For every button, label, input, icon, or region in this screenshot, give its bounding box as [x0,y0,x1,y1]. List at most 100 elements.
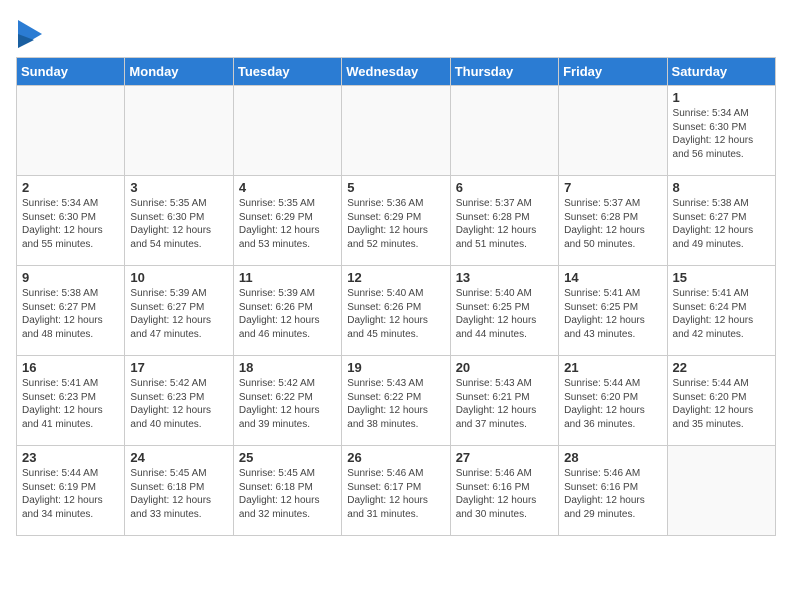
day-info: Sunrise: 5:46 AM Sunset: 6:16 PM Dayligh… [564,467,661,521]
day-info: Sunrise: 5:43 AM Sunset: 6:21 PM Dayligh… [456,377,553,431]
calendar-cell [342,86,450,176]
day-info: Sunrise: 5:34 AM Sunset: 6:30 PM Dayligh… [673,107,770,161]
calendar-cell: 15 Sunrise: 5:41 AM Sunset: 6:24 PM Dayli… [667,266,775,356]
day-info: Sunrise: 5:38 AM Sunset: 6:27 PM Dayligh… [673,197,770,251]
calendar-week-4: 16 Sunrise: 5:41 AM Sunset: 6:23 PM Dayli… [17,356,776,446]
day-info: Sunrise: 5:36 AM Sunset: 6:29 PM Dayligh… [347,197,444,251]
calendar-cell: 9 Sunrise: 5:38 AM Sunset: 6:27 PM Daylig… [17,266,125,356]
calendar-cell: 19 Sunrise: 5:43 AM Sunset: 6:22 PM Dayli… [342,356,450,446]
day-header-monday: Monday [125,58,233,86]
day-info: Sunrise: 5:43 AM Sunset: 6:22 PM Dayligh… [347,377,444,431]
calendar-table: SundayMondayTuesdayWednesdayThursdayFrid… [16,57,776,536]
day-info: Sunrise: 5:45 AM Sunset: 6:18 PM Dayligh… [239,467,336,521]
calendar-cell [559,86,667,176]
day-number: 2 [22,180,119,195]
day-number: 19 [347,360,444,375]
days-header-row: SundayMondayTuesdayWednesdayThursdayFrid… [17,58,776,86]
day-info: Sunrise: 5:41 AM Sunset: 6:23 PM Dayligh… [22,377,119,431]
day-info: Sunrise: 5:41 AM Sunset: 6:24 PM Dayligh… [673,287,770,341]
day-header-tuesday: Tuesday [233,58,341,86]
calendar-cell [233,86,341,176]
day-info: Sunrise: 5:46 AM Sunset: 6:17 PM Dayligh… [347,467,444,521]
day-info: Sunrise: 5:46 AM Sunset: 6:16 PM Dayligh… [456,467,553,521]
day-number: 11 [239,270,336,285]
day-info: Sunrise: 5:42 AM Sunset: 6:22 PM Dayligh… [239,377,336,431]
calendar-cell: 12 Sunrise: 5:40 AM Sunset: 6:26 PM Dayli… [342,266,450,356]
day-info: Sunrise: 5:37 AM Sunset: 6:28 PM Dayligh… [564,197,661,251]
day-info: Sunrise: 5:35 AM Sunset: 6:30 PM Dayligh… [130,197,227,251]
day-number: 15 [673,270,770,285]
calendar-cell [17,86,125,176]
calendar-cell: 27 Sunrise: 5:46 AM Sunset: 6:16 PM Dayli… [450,446,558,536]
day-number: 13 [456,270,553,285]
day-info: Sunrise: 5:44 AM Sunset: 6:20 PM Dayligh… [673,377,770,431]
day-info: Sunrise: 5:38 AM Sunset: 6:27 PM Dayligh… [22,287,119,341]
calendar-cell [667,446,775,536]
calendar-cell: 26 Sunrise: 5:46 AM Sunset: 6:17 PM Dayli… [342,446,450,536]
calendar-week-1: 1 Sunrise: 5:34 AM Sunset: 6:30 PM Daylig… [17,86,776,176]
calendar-cell: 14Sunrise: 5:41 AM Sunset: 6:25 PM Dayli… [559,266,667,356]
day-number: 8 [673,180,770,195]
day-number: 26 [347,450,444,465]
calendar-cell: 24 Sunrise: 5:45 AM Sunset: 6:18 PM Dayli… [125,446,233,536]
day-number: 16 [22,360,119,375]
calendar-cell: 22 Sunrise: 5:44 AM Sunset: 6:20 PM Dayli… [667,356,775,446]
day-info: Sunrise: 5:39 AM Sunset: 6:26 PM Dayligh… [239,287,336,341]
day-number: 22 [673,360,770,375]
day-info: Sunrise: 5:44 AM Sunset: 6:20 PM Dayligh… [564,377,661,431]
day-number: 3 [130,180,227,195]
day-info: Sunrise: 5:35 AM Sunset: 6:29 PM Dayligh… [239,197,336,251]
day-header-sunday: Sunday [17,58,125,86]
calendar-cell: 20 Sunrise: 5:43 AM Sunset: 6:21 PM Dayli… [450,356,558,446]
day-info: Sunrise: 5:40 AM Sunset: 6:25 PM Dayligh… [456,287,553,341]
day-header-thursday: Thursday [450,58,558,86]
day-info: Sunrise: 5:45 AM Sunset: 6:18 PM Dayligh… [130,467,227,521]
logo-text [16,20,42,53]
calendar-cell: 13 Sunrise: 5:40 AM Sunset: 6:25 PM Dayli… [450,266,558,356]
day-number: 14 [564,270,661,285]
day-number: 23 [22,450,119,465]
calendar-cell: 18 Sunrise: 5:42 AM Sunset: 6:22 PM Dayli… [233,356,341,446]
calendar-cell: 6 Sunrise: 5:37 AM Sunset: 6:28 PM Daylig… [450,176,558,266]
day-number: 10 [130,270,227,285]
calendar-cell: 3 Sunrise: 5:35 AM Sunset: 6:30 PM Daylig… [125,176,233,266]
day-number: 17 [130,360,227,375]
calendar-cell: 2 Sunrise: 5:34 AM Sunset: 6:30 PM Daylig… [17,176,125,266]
day-info: Sunrise: 5:44 AM Sunset: 6:19 PM Dayligh… [22,467,119,521]
day-number: 1 [673,90,770,105]
day-number: 12 [347,270,444,285]
calendar-cell: 7 Sunrise: 5:37 AM Sunset: 6:28 PM Daylig… [559,176,667,266]
day-info: Sunrise: 5:34 AM Sunset: 6:30 PM Dayligh… [22,197,119,251]
calendar-cell [125,86,233,176]
calendar-cell: 11 Sunrise: 5:39 AM Sunset: 6:26 PM Dayli… [233,266,341,356]
day-info: Sunrise: 5:39 AM Sunset: 6:27 PM Dayligh… [130,287,227,341]
day-header-friday: Friday [559,58,667,86]
calendar-week-3: 9 Sunrise: 5:38 AM Sunset: 6:27 PM Daylig… [17,266,776,356]
calendar-cell: 25 Sunrise: 5:45 AM Sunset: 6:18 PM Dayli… [233,446,341,536]
day-number: 7 [564,180,661,195]
day-number: 25 [239,450,336,465]
day-number: 9 [22,270,119,285]
calendar-cell: 8 Sunrise: 5:38 AM Sunset: 6:27 PM Daylig… [667,176,775,266]
calendar-cell: 5Sunrise: 5:36 AM Sunset: 6:29 PM Daylig… [342,176,450,266]
day-number: 24 [130,450,227,465]
calendar-week-2: 2 Sunrise: 5:34 AM Sunset: 6:30 PM Daylig… [17,176,776,266]
calendar-cell: 21 Sunrise: 5:44 AM Sunset: 6:20 PM Dayli… [559,356,667,446]
logo [16,20,42,53]
day-number: 4 [239,180,336,195]
day-number: 18 [239,360,336,375]
calendar-cell [450,86,558,176]
day-header-saturday: Saturday [667,58,775,86]
day-number: 6 [456,180,553,195]
day-info: Sunrise: 5:37 AM Sunset: 6:28 PM Dayligh… [456,197,553,251]
calendar-cell: 28Sunrise: 5:46 AM Sunset: 6:16 PM Dayli… [559,446,667,536]
day-number: 27 [456,450,553,465]
day-info: Sunrise: 5:40 AM Sunset: 6:26 PM Dayligh… [347,287,444,341]
calendar-week-5: 23 Sunrise: 5:44 AM Sunset: 6:19 PM Dayli… [17,446,776,536]
day-number: 21 [564,360,661,375]
day-info: Sunrise: 5:42 AM Sunset: 6:23 PM Dayligh… [130,377,227,431]
day-number: 20 [456,360,553,375]
calendar-cell: 4 Sunrise: 5:35 AM Sunset: 6:29 PM Daylig… [233,176,341,266]
calendar-cell: 23 Sunrise: 5:44 AM Sunset: 6:19 PM Dayli… [17,446,125,536]
logo-icon [18,20,42,48]
